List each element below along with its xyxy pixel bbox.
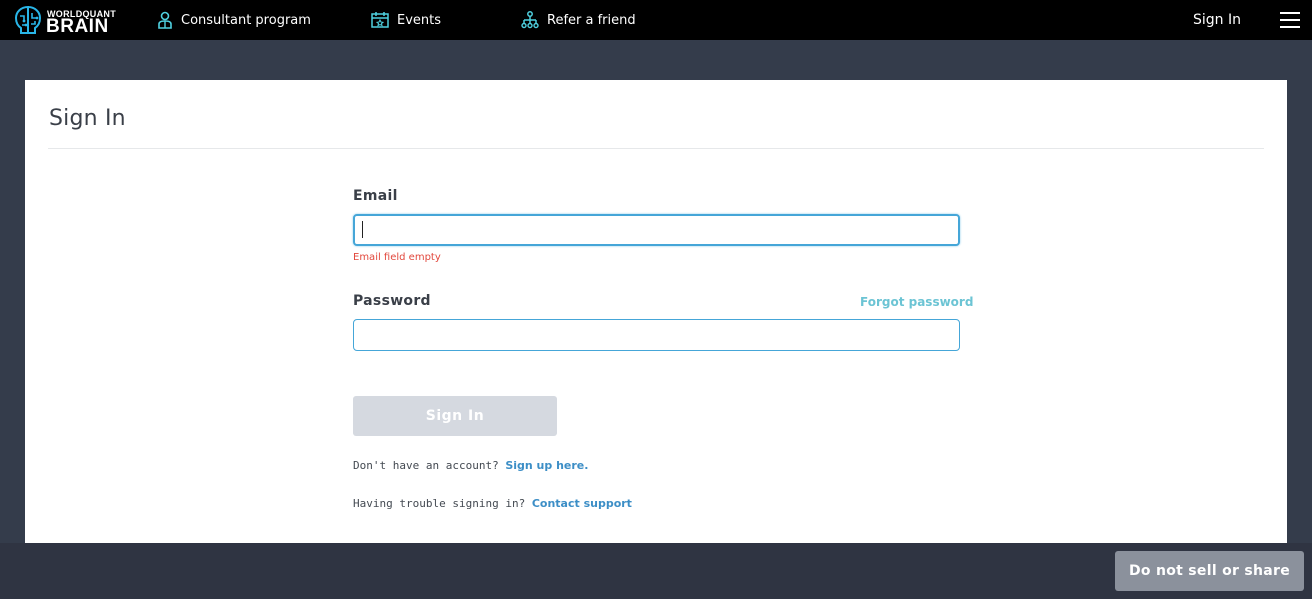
nav-events[interactable]: Events <box>371 0 441 40</box>
contact-support-link[interactable]: Contact support <box>532 497 632 510</box>
consultant-icon <box>158 11 172 29</box>
do-not-sell-button[interactable]: Do not sell or share <box>1115 551 1304 591</box>
text-cursor <box>362 221 363 238</box>
signup-prompt-row: Don't have an account? Sign up here. <box>353 459 588 472</box>
signup-prompt-text: Don't have an account? <box>353 459 499 472</box>
hamburger-menu-icon[interactable] <box>1280 12 1300 28</box>
title-divider <box>48 148 1264 149</box>
email-field[interactable] <box>353 214 960 246</box>
forgot-password-link[interactable]: Forgot password <box>860 295 973 309</box>
nav-events-label: Events <box>397 12 442 28</box>
nav-refer-label: Refer a friend <box>547 12 636 28</box>
sign-in-card: Sign In Email Email field empty Password… <box>25 80 1287 543</box>
password-label: Password <box>353 293 431 309</box>
nav-consultant-label: Consultant program <box>181 12 311 28</box>
support-prompt-row: Having trouble signing in? Contact suppo… <box>353 497 632 510</box>
email-error-message: Email field empty <box>353 252 441 263</box>
network-icon <box>521 11 539 29</box>
email-label: Email <box>353 188 398 204</box>
nav-refer-a-friend[interactable]: Refer a friend <box>521 0 636 40</box>
worldquant-brain-logo[interactable]: WORLDQUANT BRAIN <box>12 4 124 36</box>
calendar-icon <box>371 12 389 28</box>
brain-logo-icon <box>14 5 42 34</box>
password-field[interactable] <box>353 319 960 351</box>
header-sign-in-link[interactable]: Sign In <box>1193 0 1241 40</box>
top-navigation-bar: WORLDQUANT BRAIN Consultant program Even… <box>0 0 1312 40</box>
nav-consultant-program[interactable]: Consultant program <box>157 0 311 40</box>
sign-in-button[interactable]: Sign In <box>353 396 557 436</box>
support-prompt-text: Having trouble signing in? <box>353 497 526 510</box>
logo-text-brain: BRAIN <box>46 16 109 37</box>
page-title: Sign In <box>49 106 126 131</box>
sign-up-link[interactable]: Sign up here. <box>505 459 588 472</box>
